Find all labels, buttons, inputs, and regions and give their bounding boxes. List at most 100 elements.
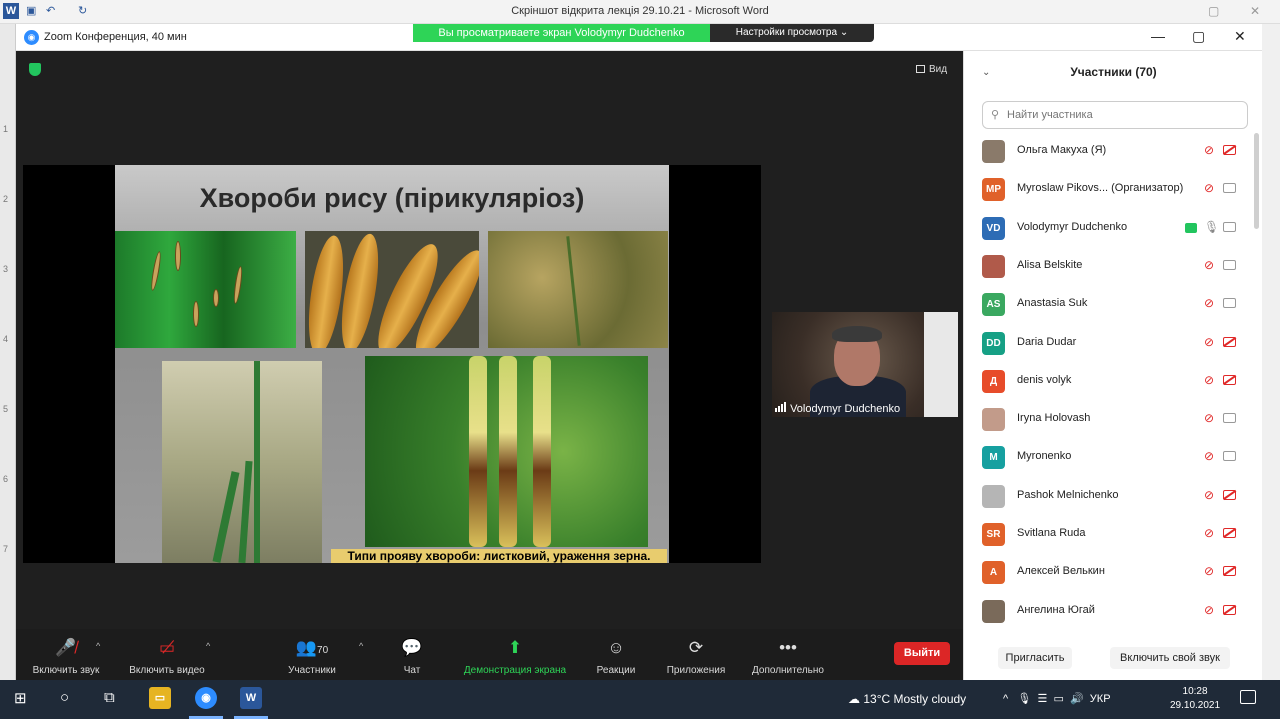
video-options-chevron-icon[interactable]: ^ bbox=[206, 641, 210, 651]
video-off-icon[interactable] bbox=[1223, 374, 1236, 385]
invite-button[interactable]: Пригласить bbox=[998, 647, 1072, 669]
volume-icon[interactable]: 🔊 bbox=[1070, 693, 1084, 705]
audio-options-chevron-icon[interactable]: ^ bbox=[96, 641, 100, 651]
search-circle-icon[interactable]: ○ bbox=[60, 689, 69, 706]
close-icon[interactable]: ✕ bbox=[1234, 28, 1246, 45]
reactions-button[interactable]: ☺ Реакции bbox=[590, 637, 642, 676]
ruler-number: 3 bbox=[3, 264, 9, 274]
language-indicator[interactable]: УКР bbox=[1090, 693, 1111, 705]
microphone-muted-icon[interactable]: ⊘ bbox=[1204, 564, 1214, 578]
microphone-muted-icon[interactable]: ⊘ bbox=[1204, 411, 1214, 425]
zoom-logo-icon: ◉ bbox=[24, 30, 39, 45]
file-explorer-icon[interactable]: ▭ bbox=[149, 687, 171, 709]
word-vertical-ruler: 1 2 3 4 5 6 7 bbox=[0, 24, 16, 680]
unmute-self-button[interactable]: Включить свой звук bbox=[1110, 647, 1230, 669]
minimize-icon[interactable]: — bbox=[1151, 28, 1165, 44]
meeting-toolbar: 🎤̸ Включить звук ^ ▭̸ Включить видео ^ 👥… bbox=[16, 629, 963, 680]
microphone-muted-icon[interactable]: ⊘ bbox=[1204, 335, 1214, 349]
video-icon[interactable] bbox=[1223, 183, 1236, 194]
zoom-taskbar-icon[interactable]: ◉ bbox=[195, 687, 217, 709]
unmute-button[interactable]: 🎤̸ Включить звук bbox=[26, 637, 106, 676]
windows-start-icon[interactable]: ⊞ bbox=[14, 689, 27, 707]
microphone-muted-icon[interactable]: ⊘ bbox=[1204, 258, 1214, 272]
tray-chevron-icon[interactable]: ^ bbox=[1003, 693, 1008, 705]
participant-row[interactable]: VD Volodymyr Dudchenko 🎙 bbox=[964, 210, 1254, 248]
participant-row[interactable]: AS Anastasia Suk ⊘ bbox=[964, 286, 1254, 324]
apps-button[interactable]: ⟳ Приложения bbox=[660, 637, 732, 676]
microphone-muted-icon[interactable]: ⊘ bbox=[1204, 181, 1214, 195]
zoom-title-bar: ◉ Zoom Конференция, 40 мин Вы просматрив… bbox=[16, 24, 1262, 51]
word-scrollbar[interactable] bbox=[1262, 24, 1280, 680]
task-view-icon[interactable]: ⧉ bbox=[104, 689, 115, 706]
participant-row[interactable]: Ангелина Югай ⊘ bbox=[964, 593, 1254, 626]
participant-row[interactable]: MP Myroslaw Pikovs... (Организатор) ⊘ bbox=[964, 171, 1254, 209]
video-icon[interactable] bbox=[1223, 451, 1236, 462]
participants-chevron-icon[interactable]: ^ bbox=[359, 641, 363, 651]
participant-row[interactable]: SR Svitlana Ruda ⊘ bbox=[964, 516, 1254, 554]
participant-row[interactable]: A Алексей Велькин ⊘ bbox=[964, 554, 1254, 592]
word-window-title: Скріншот відкрита лекція 29.10.21 - Micr… bbox=[511, 5, 769, 17]
share-screen-icon: ⬆ bbox=[507, 638, 523, 657]
avatar: M bbox=[982, 446, 1005, 470]
microphone-muted-icon[interactable]: ⊘ bbox=[1204, 526, 1214, 540]
view-options-button[interactable]: Настройки просмотра ⌄ bbox=[710, 24, 874, 42]
slide-photo-panicle bbox=[488, 231, 668, 348]
weather-widget[interactable]: ☁ 13°C Mostly cloudy bbox=[848, 692, 966, 706]
leave-button[interactable]: Выйти bbox=[894, 642, 950, 665]
microphone-muted-icon[interactable]: ⊘ bbox=[1204, 449, 1214, 463]
chat-button[interactable]: 💬 Чат bbox=[390, 637, 434, 676]
participant-name: Pashok Melnichenko bbox=[1017, 488, 1119, 501]
ruler-number: 1 bbox=[3, 124, 9, 134]
participant-list-scrollbar[interactable] bbox=[1254, 133, 1259, 229]
security-shield-icon[interactable] bbox=[29, 63, 41, 76]
notifications-icon[interactable] bbox=[1240, 690, 1256, 704]
clock[interactable]: 10:28 29.10.2021 bbox=[1170, 685, 1220, 713]
microphone-muted-icon[interactable]: ⊘ bbox=[1204, 488, 1214, 502]
shared-screen: Хвороби рису (пірикуляріоз) Типи прояву … bbox=[23, 165, 761, 563]
microphone-icon[interactable]: 🎙 bbox=[1204, 220, 1219, 234]
share-screen-button[interactable]: ⬆ Демонстрация экрана bbox=[456, 637, 574, 676]
participant-row[interactable]: Alisa Belskite ⊘ bbox=[964, 248, 1254, 286]
avatar: VD bbox=[982, 216, 1005, 240]
participant-row[interactable]: M Myronenko ⊘ bbox=[964, 439, 1254, 477]
mic-tray-icon[interactable]: 🎙 bbox=[1017, 693, 1031, 705]
video-off-icon[interactable] bbox=[1223, 489, 1236, 500]
video-icon[interactable] bbox=[1223, 221, 1236, 232]
video-off-icon[interactable] bbox=[1223, 145, 1236, 155]
participants-button[interactable]: 👥70 Участники bbox=[282, 637, 342, 676]
word-close-icon[interactable]: ✕ bbox=[1250, 4, 1260, 18]
video-icon[interactable] bbox=[1223, 298, 1236, 309]
maximize-icon[interactable]: ▢ bbox=[1192, 28, 1205, 45]
word-restore-icon[interactable]: ▢ bbox=[1208, 4, 1219, 18]
view-button[interactable]: Вид bbox=[916, 64, 947, 75]
video-icon[interactable] bbox=[1223, 413, 1236, 424]
microphone-muted-icon[interactable]: ⊘ bbox=[1204, 143, 1214, 157]
participant-row[interactable]: Дdenis volyk ⊘ bbox=[964, 363, 1254, 401]
participant-row[interactable]: Iryna Holovash ⊘ bbox=[964, 401, 1254, 439]
microphone-muted-icon[interactable]: ⊘ bbox=[1204, 603, 1214, 617]
microphone-muted-icon[interactable]: ⊘ bbox=[1204, 296, 1214, 310]
participant-row[interactable]: Ольга Макуха (Я) ⊘ bbox=[964, 133, 1254, 171]
microphone-muted-icon[interactable]: ⊘ bbox=[1204, 373, 1214, 387]
screen-sharing-icon bbox=[1185, 222, 1197, 233]
video-off-icon[interactable] bbox=[1223, 566, 1236, 577]
avatar: SR bbox=[982, 523, 1005, 546]
network-icon[interactable]: ☰ bbox=[1037, 693, 1047, 705]
slide-photo-nodes bbox=[365, 356, 648, 547]
participant-search[interactable]: ⚲ bbox=[982, 101, 1248, 129]
video-icon[interactable] bbox=[1223, 259, 1236, 270]
video-off-icon[interactable] bbox=[1223, 528, 1236, 538]
speaker-video-tile[interactable]: Volodymyr Dudchenko bbox=[772, 312, 958, 417]
video-off-icon[interactable] bbox=[1223, 336, 1236, 347]
word-taskbar-icon[interactable]: W bbox=[240, 687, 262, 709]
more-button[interactable]: ••• Дополнительно bbox=[744, 637, 832, 676]
search-input[interactable] bbox=[1007, 107, 1237, 123]
start-video-button[interactable]: ▭̸ Включить видео bbox=[122, 637, 212, 676]
apps-icon: ⟳ bbox=[688, 638, 704, 657]
participant-row[interactable]: Pashok Melnichenko ⊘ bbox=[964, 478, 1254, 516]
meeting-stage: Вид Хвороби рису (пірикуляріоз) Типи про… bbox=[16, 51, 963, 629]
signal-icon bbox=[775, 402, 787, 415]
participant-row[interactable]: DD Daria Dudar ⊘ bbox=[964, 325, 1254, 363]
video-off-icon[interactable] bbox=[1223, 604, 1236, 615]
battery-icon[interactable]: ▭ bbox=[1053, 693, 1063, 705]
